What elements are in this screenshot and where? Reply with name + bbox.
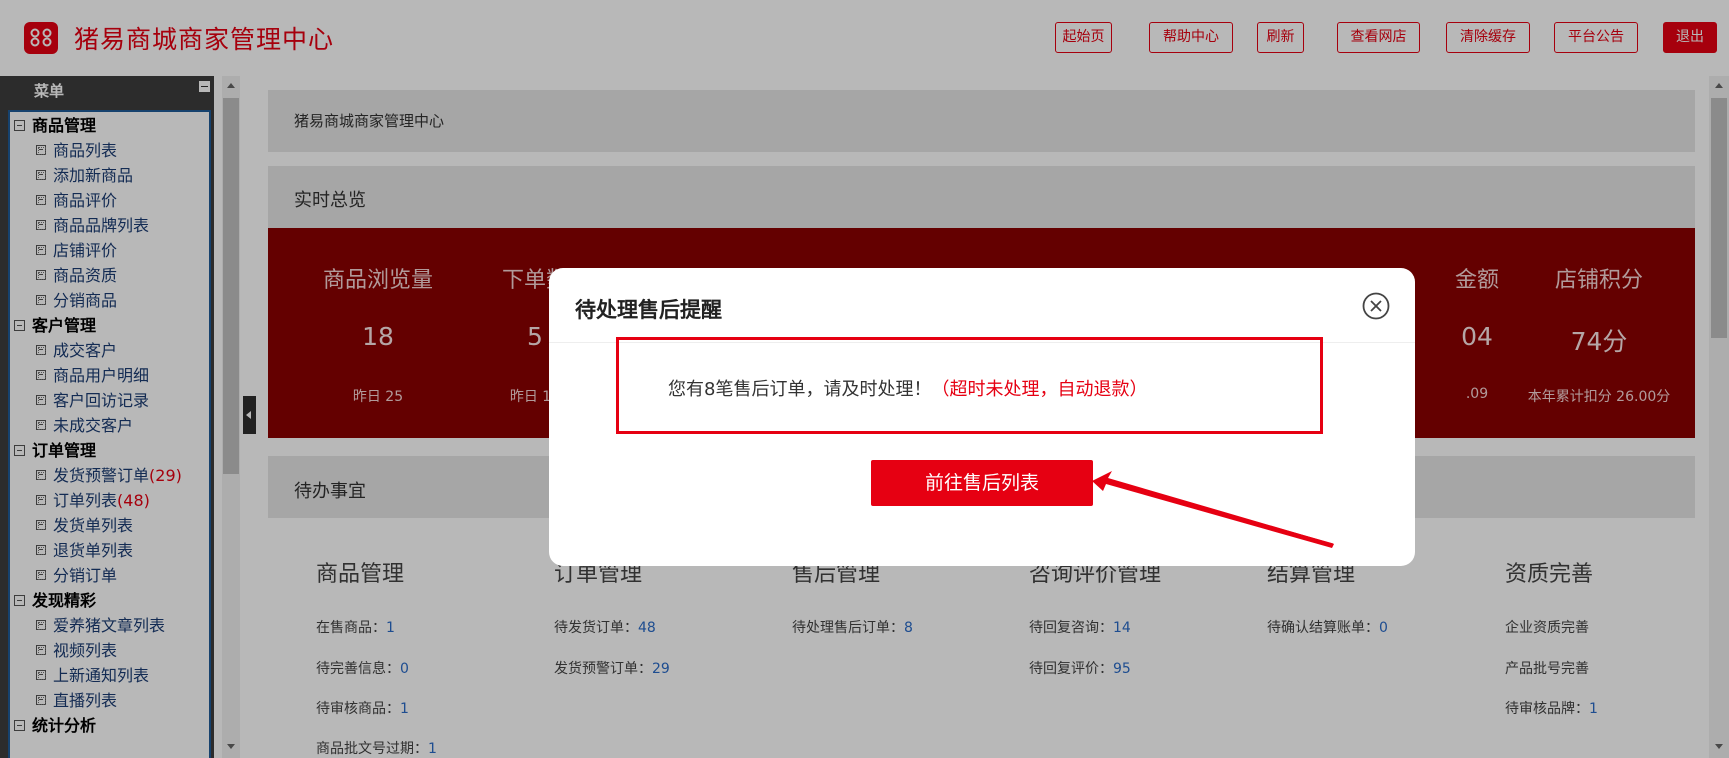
annotation-arrow-icon bbox=[1092, 471, 1334, 548]
